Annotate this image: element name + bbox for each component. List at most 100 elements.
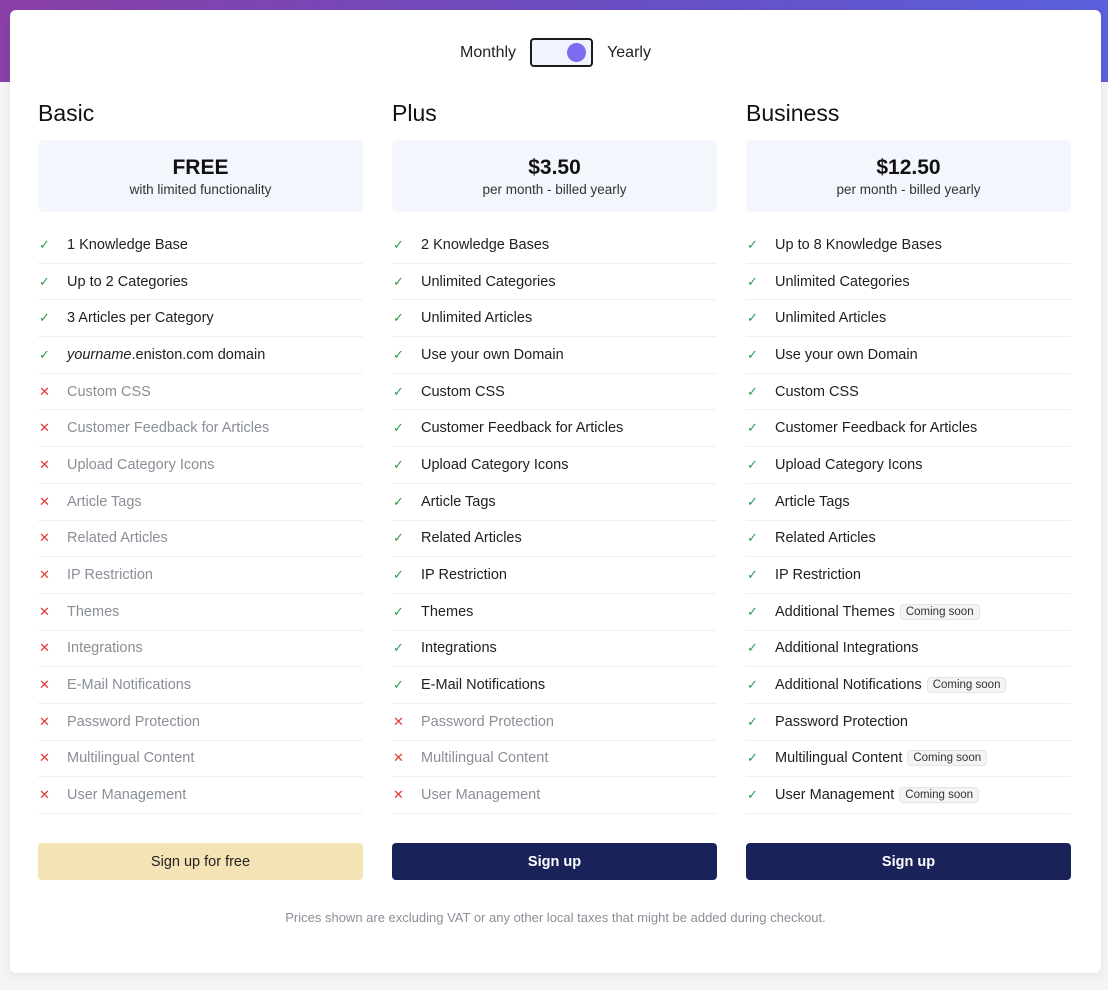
feature-label: Customer Feedback for Articles [421, 420, 624, 437]
pricing-card: Monthly Yearly Basic FREE with limited f… [10, 10, 1101, 973]
feature-item: ✕ Customer Feedback for Articles [38, 410, 363, 448]
plan-price-subtitle: with limited functionality [129, 181, 272, 197]
feature-label: Unlimited Articles [421, 310, 533, 327]
billing-period-toggle[interactable] [530, 38, 594, 67]
plan-name: Plus [392, 100, 437, 126]
check-icon: ✓ [39, 310, 50, 326]
plans-container: Basic FREE with limited functionality ✓ 1… [38, 92, 1072, 880]
sign-up-business-button[interactable]: Sign up [746, 843, 1071, 880]
check-icon: ✓ [393, 493, 404, 509]
feature-label: Use your own Domain [421, 346, 564, 363]
check-icon: ✓ [393, 530, 404, 546]
check-icon: ✓ [747, 713, 758, 729]
feature-label: Related Articles [775, 530, 876, 547]
check-icon: ✓ [747, 383, 758, 399]
check-icon: ✓ [393, 273, 404, 289]
plan-column-business: Business $12.50 per month - billed yearl… [746, 92, 1071, 880]
feature-item: ✓ Custom CSS [392, 374, 717, 411]
check-icon: ✓ [393, 236, 404, 252]
feature-item: ✓ IP Restriction [392, 557, 717, 594]
price-box: $12.50 per month - billed yearly [746, 140, 1071, 212]
feature-item: ✓ Additional Integrations [746, 631, 1071, 668]
feature-label: User Management [775, 787, 895, 804]
check-icon: ✓ [747, 346, 758, 362]
check-icon: ✓ [393, 346, 404, 362]
feature-item: ✓ 3 Articles per Category [38, 300, 363, 338]
feature-item: ✕ Themes [38, 594, 363, 631]
feature-label-rest: .eniston.com domain [131, 346, 266, 363]
feature-item: ✕ Custom CSS [38, 374, 363, 411]
feature-item: ✓ Customer Feedback for Articles [392, 410, 717, 448]
cross-icon: ✕ [393, 787, 404, 803]
feature-label: Article Tags [775, 493, 850, 510]
feature-label: Custom CSS [421, 383, 505, 400]
feature-label: Related Articles [67, 530, 168, 547]
sign-up-for-free-button[interactable]: Sign up for free [38, 843, 363, 880]
yearly-label[interactable]: Yearly [607, 44, 651, 62]
feature-label: Themes [421, 603, 474, 620]
feature-item: ✕ Password Protection [38, 704, 363, 741]
check-icon: ✓ [39, 273, 50, 289]
check-icon: ✓ [747, 456, 758, 472]
price-box: $3.50 per month - billed yearly [392, 140, 717, 212]
feature-label: yourname.eniston.com domain [67, 347, 265, 363]
feature-label: Integrations [421, 640, 497, 657]
plan-column-basic: Basic FREE with limited functionality ✓ 1… [38, 92, 363, 880]
feature-item: ✕ IP Restriction [38, 557, 363, 594]
feature-label: Custom CSS [67, 383, 151, 400]
plan-price: $12.50 [876, 155, 941, 179]
check-icon: ✓ [393, 677, 404, 693]
check-icon: ✓ [747, 640, 758, 656]
feature-label: Additional Themes [775, 603, 895, 620]
feature-label: E-Mail Notifications [421, 677, 546, 694]
cross-icon: ✕ [39, 493, 50, 509]
feature-label-italic: yourname [67, 346, 132, 363]
cross-icon: ✕ [39, 420, 50, 436]
check-icon: ✓ [747, 273, 758, 289]
feature-item: ✓ Themes [392, 594, 717, 631]
feature-item: ✕ Article Tags [38, 484, 363, 521]
check-icon: ✓ [393, 567, 404, 583]
cross-icon: ✕ [39, 383, 50, 399]
monthly-label[interactable]: Monthly [460, 44, 516, 62]
feature-label: 3 Articles per Category [67, 310, 214, 327]
feature-list: ✓ Up to 8 Knowledge Bases ✓ Unlimited Categ… [746, 227, 1071, 814]
feature-label: Multilingual Content [775, 750, 903, 767]
feature-item: ✓ Additional Themes Coming soon [746, 594, 1071, 631]
feature-label: Article Tags [421, 493, 496, 510]
feature-item: ✓ yourname.eniston.com domain [38, 337, 363, 374]
feature-label: Customer Feedback for Articles [67, 420, 270, 437]
feature-item: ✓ Integrations [392, 631, 717, 668]
feature-item: ✓ Customer Feedback for Articles [746, 410, 1071, 448]
sign-up-plus-button[interactable]: Sign up [392, 843, 717, 880]
feature-label: Unlimited Articles [775, 310, 887, 327]
check-icon: ✓ [393, 420, 404, 436]
feature-item: ✕ User Management [38, 777, 363, 814]
plan-price-subtitle: per month - billed yearly [482, 181, 627, 197]
plan-price: FREE [172, 155, 229, 179]
feature-item: ✕ Password Protection [392, 704, 717, 741]
feature-label: User Management [67, 787, 187, 804]
feature-item: ✓ Upload Category Icons [392, 447, 717, 484]
feature-label: Up to 2 Categories [67, 273, 188, 290]
cross-icon: ✕ [39, 567, 50, 583]
cross-icon: ✕ [39, 456, 50, 472]
feature-item: ✓ Article Tags [746, 484, 1071, 521]
feature-label: IP Restriction [775, 567, 861, 584]
toggle-knob [567, 43, 587, 62]
billing-toggle-row: Monthly Yearly [10, 38, 1101, 67]
feature-list: ✓ 2 Knowledge Bases ✓ Unlimited Categories ✓… [392, 227, 717, 814]
feature-label: Unlimited Categories [775, 273, 910, 290]
feature-label: Customer Feedback for Articles [775, 420, 978, 437]
plan-name: Business [746, 100, 840, 126]
feature-label: Upload Category Icons [775, 456, 923, 473]
check-icon: ✓ [747, 567, 758, 583]
feature-item: ✓ Unlimited Categories [392, 264, 717, 301]
feature-label: Password Protection [67, 713, 200, 730]
feature-label: E-Mail Notifications [67, 677, 192, 694]
feature-label: Use your own Domain [775, 346, 918, 363]
feature-label: Unlimited Categories [421, 273, 556, 290]
feature-item: ✓ E-Mail Notifications [392, 667, 717, 704]
feature-item: ✓ Related Articles [392, 521, 717, 558]
feature-label: Themes [67, 603, 120, 620]
